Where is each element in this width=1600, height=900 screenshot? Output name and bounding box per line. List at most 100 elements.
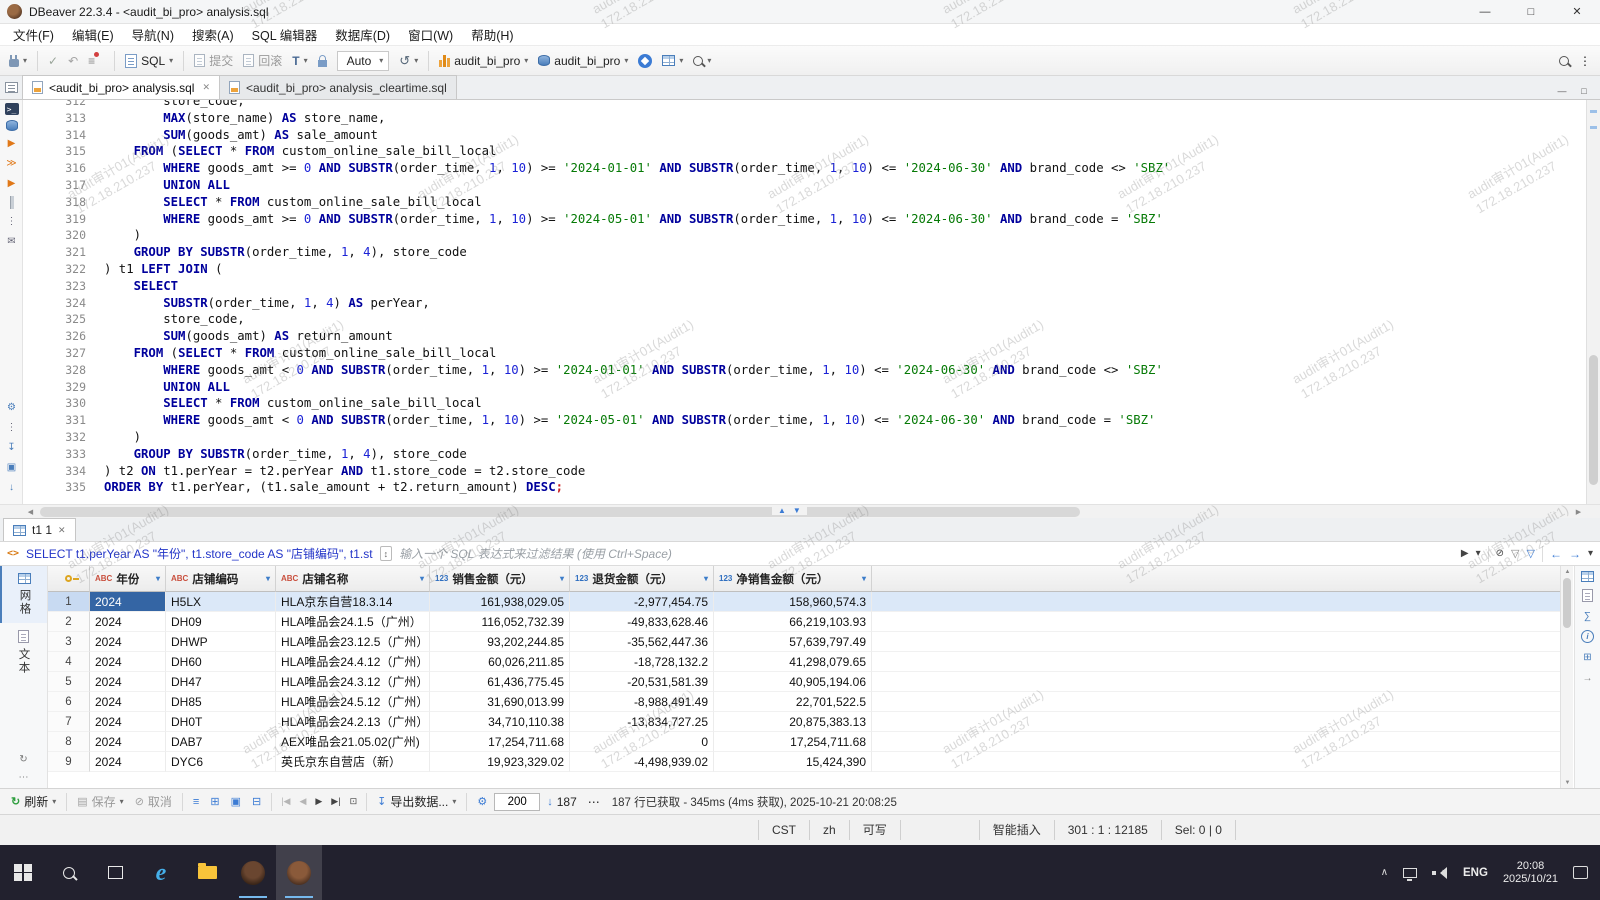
cancel-button[interactable]: ⊘ 取消	[131, 791, 176, 813]
result-view-tab[interactable]: 文本	[0, 623, 47, 682]
taskbar-clock[interactable]: 20:08 2025/10/21	[1503, 860, 1558, 886]
editor-horizontal-scrollbar[interactable]: ◀ ▲ ▼ ▶	[0, 504, 1600, 518]
fetch-all-button[interactable]: ↓ 187	[543, 791, 581, 813]
column-filter-icon[interactable]: ▾	[415, 574, 424, 583]
column-filter-icon[interactable]: ▾	[555, 574, 564, 583]
table-cell[interactable]: -8,988,491.49	[570, 692, 714, 712]
menu-item[interactable]: 搜索(A)	[183, 24, 243, 45]
query-history-button[interactable]: ↺ ▾	[395, 49, 422, 73]
execute-script-icon[interactable]: ≫	[3, 156, 21, 171]
menu-item[interactable]: 帮助(H)	[462, 24, 522, 45]
table-row[interactable]: 1 2024 H5LX HLA京东自营18.3.14 161,938,029.05 -2,…	[48, 592, 1560, 612]
table-cell[interactable]: DAB7	[166, 732, 276, 752]
table-cell[interactable]: 116,052,732.39	[430, 612, 570, 632]
first-row-button[interactable]: |◀	[278, 791, 293, 813]
expand-filter-icon[interactable]: ↕	[379, 546, 393, 561]
grid-presentation-button[interactable]: ▾	[658, 49, 687, 73]
panel-text-icon[interactable]	[1582, 589, 1593, 602]
search-button[interactable]: ▾	[689, 49, 715, 73]
table-row[interactable]: 2 2024 DH09 HLA唯品会24.1.5（广州） 116,052,732.39-…	[48, 612, 1560, 632]
commit-icon-button[interactable]: ✓	[44, 49, 62, 73]
execute-new-tab-icon[interactable]: ▶	[3, 176, 21, 191]
scroll-down-icon[interactable]: ▼	[1561, 777, 1574, 788]
table-cell[interactable]: DH09	[166, 612, 276, 632]
minimize-editor-button[interactable]: —	[1554, 83, 1570, 99]
table-cell[interactable]: 2024	[90, 592, 166, 612]
code-line[interactable]: ) t1 LEFT JOIN (	[104, 261, 1580, 278]
row-number-cell[interactable]: 8	[48, 732, 90, 752]
code-line[interactable]: ) t2 ON t1.perYear = t2.perYear AND t1.s…	[104, 463, 1580, 480]
table-cell[interactable]: 19,923,329.02	[430, 752, 570, 772]
table-cell[interactable]: -49,833,628.46	[570, 612, 714, 632]
schema-select[interactable]: audit_bi_pro ▾	[534, 49, 632, 73]
copy-panel-icon[interactable]: ▣	[3, 460, 21, 475]
new-connection-button[interactable]: ▾	[5, 49, 31, 73]
table-cell[interactable]: 2024	[90, 652, 166, 672]
table-row[interactable]: 6 2024 DH85 HLA唯品会24.5.12（广州） 31,690,013.99-…	[48, 692, 1560, 712]
maximize-editor-button[interactable]: □	[1576, 83, 1592, 99]
table-cell[interactable]: 2024	[90, 692, 166, 712]
scrollbar-thumb[interactable]	[1589, 355, 1598, 485]
scroll-left-icon[interactable]: ◀	[23, 505, 38, 519]
table-cell[interactable]: -4,498,939.02	[570, 752, 714, 772]
menu-item[interactable]: 窗口(W)	[399, 24, 462, 45]
delete-row-button[interactable]: ⊟	[248, 791, 265, 813]
taskbar-app-button[interactable]	[230, 845, 276, 900]
grid-corner-cell[interactable]	[48, 566, 90, 592]
table-cell[interactable]: DHWP	[166, 632, 276, 652]
code-line[interactable]: store_code,	[104, 311, 1580, 328]
grid-vertical-scrollbar[interactable]: ▲ ▼	[1560, 566, 1573, 788]
table-cell[interactable]: HLA唯品会24.3.12（广州）	[276, 672, 430, 692]
table-cell[interactable]: 22,701,522.5	[714, 692, 872, 712]
table-cell[interactable]: DYC6	[166, 752, 276, 772]
code-line[interactable]: SUM(goods_amt) AS sale_amount	[104, 127, 1580, 144]
table-row[interactable]: 4 2024 DH60 HLA唯品会24.4.12（广州） 60,026,211.85-…	[48, 652, 1560, 672]
column-filter-icon[interactable]: ▾	[857, 574, 866, 583]
panel-references-icon[interactable]: →	[1580, 671, 1596, 685]
menu-item[interactable]: 编辑(E)	[63, 24, 123, 45]
table-cell[interactable]: 2024	[90, 712, 166, 732]
code-line[interactable]: SELECT	[104, 278, 1580, 295]
column-header[interactable]: 123 退货金额（元） ▾	[570, 566, 714, 592]
autocommit-select[interactable]: Auto ▾	[336, 50, 390, 71]
execute-statement-icon[interactable]: ▶	[3, 136, 21, 151]
table-cell[interactable]: 2024	[90, 752, 166, 772]
menu-item[interactable]: 数据库(D)	[326, 24, 399, 45]
row-number-cell[interactable]: 4	[48, 652, 90, 672]
code-line[interactable]: ORDER BY t1.perYear, (t1.sale_amount + t…	[104, 479, 1580, 496]
row-number-cell[interactable]: 3	[48, 632, 90, 652]
table-cell[interactable]: HLA京东自营18.3.14	[276, 592, 430, 612]
apply-filter-button[interactable]: ▶	[1461, 548, 1469, 559]
table-cell[interactable]: -18,728,132.2	[570, 652, 714, 672]
result-tab[interactable]: t1 1 ✕	[3, 518, 76, 541]
table-cell[interactable]: -20,531,581.39	[570, 672, 714, 692]
column-filter-icon[interactable]: ▾	[261, 574, 270, 583]
filter-caret-icon[interactable]: ▾	[1476, 548, 1481, 559]
table-cell[interactable]: 0	[570, 732, 714, 752]
panel-metadata-icon[interactable]: i	[1581, 630, 1594, 643]
table-cell[interactable]: HLA唯品会24.1.5（广州）	[276, 612, 430, 632]
row-number-cell[interactable]: 9	[48, 752, 90, 772]
refresh-button[interactable]: ↻ 刷新 ▾	[7, 791, 60, 813]
code-line[interactable]: UNION ALL	[104, 379, 1580, 396]
table-cell[interactable]: 60,026,211.85	[430, 652, 570, 672]
table-cell[interactable]: 158,960,574.3	[714, 592, 872, 612]
close-result-tab-icon[interactable]: ✕	[58, 525, 66, 536]
network-icon[interactable]	[1403, 867, 1418, 881]
start-button[interactable]	[0, 845, 46, 900]
lock-button[interactable]	[314, 49, 331, 73]
maximize-window-button[interactable]: □	[1508, 0, 1554, 23]
more-actions-button[interactable]: ⋯	[584, 791, 604, 813]
table-cell[interactable]: DH85	[166, 692, 276, 712]
table-cell[interactable]: HLA唯品会24.5.12（广州）	[276, 692, 430, 712]
code-line[interactable]: UNION ALL	[104, 177, 1580, 194]
table-cell[interactable]: 34,710,110.38	[430, 712, 570, 732]
row-number-cell[interactable]: 7	[48, 712, 90, 732]
panel-more-icon[interactable]: ⋯	[19, 772, 29, 783]
table-cell[interactable]: AEX唯品会21.05.02(广州)	[276, 732, 430, 752]
new-sql-editor-button[interactable]: SQL ▾	[121, 49, 177, 73]
code-line[interactable]: )	[104, 429, 1580, 446]
table-cell[interactable]: DH0T	[166, 712, 276, 732]
table-row[interactable]: 3 2024 DHWP HLA唯品会23.12.5（广州） 93,202,244.85-…	[48, 632, 1560, 652]
table-cell[interactable]: 61,436,775.45	[430, 672, 570, 692]
